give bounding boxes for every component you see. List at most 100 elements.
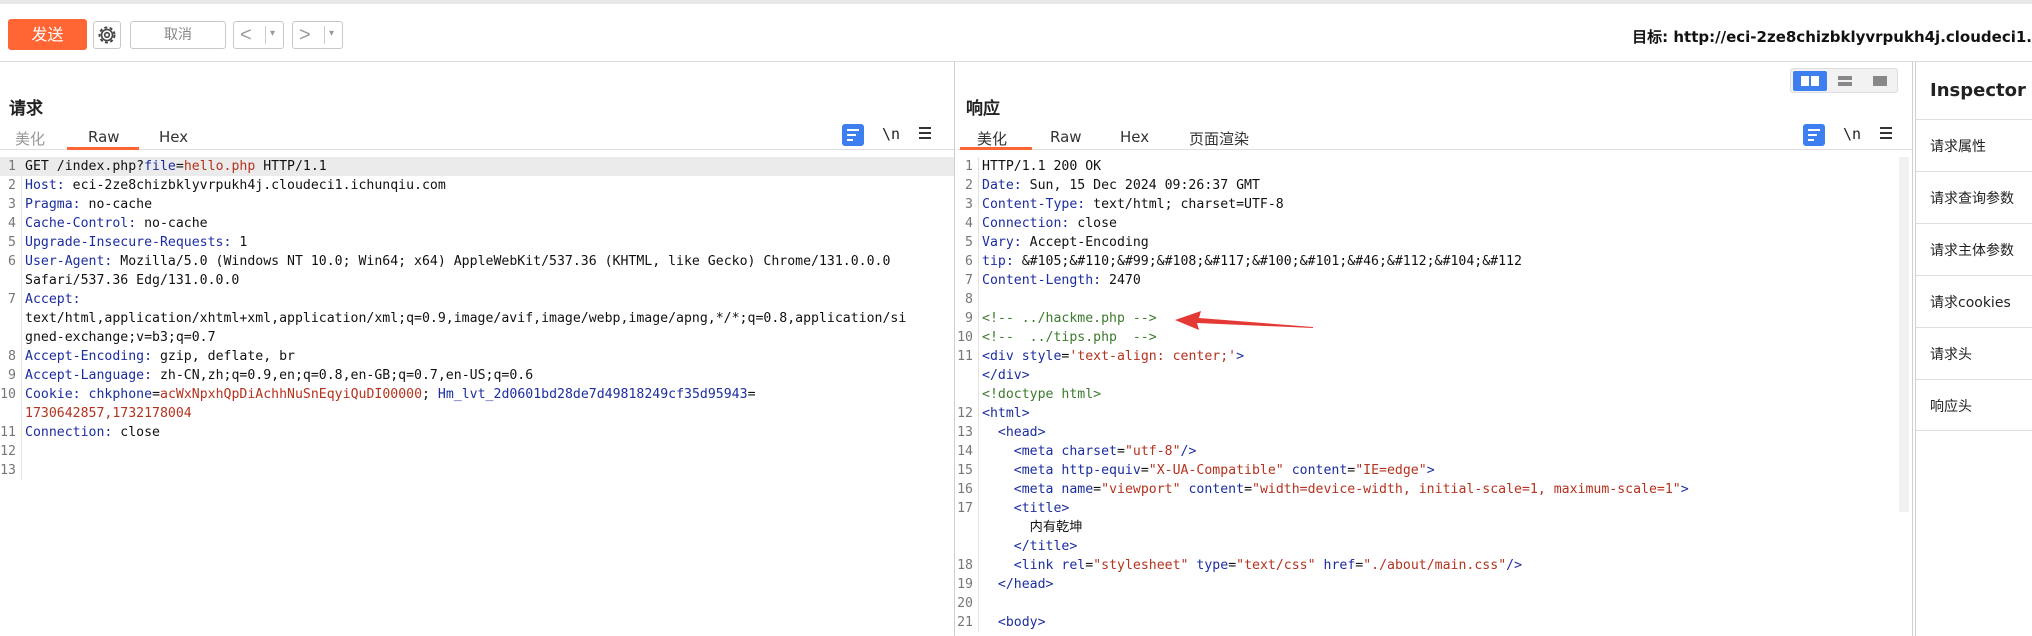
inspector-item-query-params[interactable]: 请求查询参数 [1916, 171, 2032, 223]
tab-pretty[interactable]: 美化 [15, 128, 45, 149]
tab-hex[interactable]: Hex [159, 128, 188, 146]
code-line[interactable]: 3 Pragma: no-cache [0, 195, 954, 214]
settings-button[interactable] [93, 21, 121, 49]
line-number: 17 [957, 501, 973, 516]
line-number: 10 [0, 387, 16, 402]
code-line[interactable]: 13 <head> [957, 423, 1912, 442]
code-line[interactable]: <!doctype html> [957, 385, 1912, 404]
tab-render[interactable]: 页面渲染 [1189, 128, 1249, 149]
code-line[interactable]: 19 </head> [957, 575, 1912, 594]
code-token: <html> [982, 406, 1030, 421]
hamburger-menu-icon[interactable] [919, 127, 931, 139]
split-vertical-icon[interactable] [1828, 71, 1862, 91]
code-line[interactable]: 20 [957, 594, 1912, 613]
chevron-down-icon[interactable]: ▾ [329, 28, 334, 39]
code-line[interactable]: 11 <div style='text-align: center;'> [957, 347, 1912, 366]
code-token: HTTP/1.1 200 OK [982, 159, 1102, 174]
code-line[interactable]: 10 Cookie: chkphone=acWxNpxhQpDiAchhNuSnE… [0, 385, 954, 404]
inspector-item-cookies[interactable]: 请求cookies [1916, 275, 2032, 327]
code-token: &#105;&#110;&#99;&#108;&#117;&#100;&#101… [1013, 254, 1522, 269]
code-line[interactable]: 内有乾坤 [957, 518, 1912, 537]
code-line[interactable]: </title> [957, 537, 1912, 556]
code-token: Accept-Language: [25, 368, 153, 383]
tab-raw[interactable]: Raw [1050, 128, 1082, 146]
target-url[interactable]: 目标: http://eci-2ze8chizbklyvrpukh4j.clou… [1632, 26, 2032, 47]
code-line[interactable]: 5 Vary: Accept-Encoding [957, 233, 1912, 252]
wrap-lines-icon[interactable] [842, 124, 864, 146]
inspector-item-request-attributes[interactable]: 请求属性 [1916, 119, 2032, 171]
code-line[interactable]: 9 <!-- ../hackme.php --> [957, 309, 1912, 328]
code-line[interactable]: gned-exchange;v=b3;q=0.7 [0, 328, 954, 347]
code-line[interactable]: 6 tip: &#105;&#110;&#99;&#108;&#117;&#100… [957, 252, 1912, 271]
newline-toggle[interactable]: \n [1843, 125, 1861, 143]
tab-hex[interactable]: Hex [1120, 128, 1149, 146]
back-button[interactable]: < ▾ [233, 21, 284, 49]
newline-toggle[interactable]: \n [882, 125, 900, 143]
code-token: = [1244, 482, 1253, 497]
response-scrollbar[interactable] [1899, 157, 1909, 512]
wrap-lines-icon[interactable] [1803, 124, 1825, 146]
code-token: "./about/main.css" [1363, 558, 1507, 573]
tab-raw[interactable]: Raw [88, 128, 120, 146]
code-line[interactable]: 8 [957, 290, 1912, 309]
code-line[interactable]: 7 Content-Length: 2470 [957, 271, 1912, 290]
code-line[interactable]: 15 <meta http-equiv="X-UA-Compatible" co… [957, 461, 1912, 480]
chevron-right-icon: > [299, 24, 311, 46]
active-tab-indicator [960, 147, 1032, 150]
inspector-item-request-headers[interactable]: 请求头 [1916, 327, 2032, 379]
code-token: hello.php [183, 159, 256, 174]
code-line[interactable]: text/html,application/xhtml+xml,applicat… [0, 309, 954, 328]
code-line[interactable]: 4 Cache-Control: no-cache [0, 214, 954, 233]
cancel-button[interactable]: 取消 [130, 21, 226, 49]
code-token: charset [1061, 444, 1117, 459]
code-line[interactable]: 3 Content-Type: text/html; charset=UTF-8 [957, 195, 1912, 214]
code-line[interactable]: 1 HTTP/1.1 200 OK [957, 157, 1912, 176]
code-line[interactable]: 12 [0, 442, 954, 461]
chevron-down-icon[interactable]: ▾ [270, 28, 275, 39]
line-number: 15 [957, 463, 973, 478]
code-token: type [1196, 558, 1229, 573]
response-editor[interactable]: 1 HTTP/1.1 200 OK 2 Date: Sun, 15 Dec 2024 … [957, 157, 1912, 632]
hamburger-menu-icon[interactable] [1880, 127, 1892, 139]
code-line[interactable]: 4 Connection: close [957, 214, 1912, 233]
code-token: "X-UA-Compatible" [1148, 463, 1284, 478]
line-text: </head> [982, 575, 1054, 594]
inspector-panel: Inspector 请求属性 请求查询参数 请求主体参数 请求cookies 请… [1915, 62, 2032, 636]
code-line[interactable]: 21 <body> [957, 613, 1912, 632]
code-token: "width=device-width, initial-scale=1, ma… [1252, 482, 1681, 497]
code-line[interactable]: Safari/537.36 Edg/131.0.0.0 [0, 271, 954, 290]
code-line[interactable]: 17 <title> [957, 499, 1912, 518]
tab-pretty[interactable]: 美化 [977, 128, 1007, 149]
code-line[interactable]: 13 [0, 461, 954, 480]
code-line[interactable]: 11 Connection: close [0, 423, 954, 442]
code-line[interactable]: 18 <link rel="stylesheet" type="text/css… [957, 556, 1912, 575]
forward-button[interactable]: > ▾ [292, 21, 343, 49]
code-line[interactable]: 7 Accept: [0, 290, 954, 309]
code-line[interactable]: 2 Host: eci-2ze8chizbklyvrpukh4j.cloudeci… [0, 176, 954, 195]
code-line[interactable]: 12 <html> [957, 404, 1912, 423]
annotation-arrow [1175, 311, 1313, 330]
line-text: Connection: close [982, 214, 1117, 233]
code-line[interactable]: 2 Date: Sun, 15 Dec 2024 09:26:37 GMT [957, 176, 1912, 195]
split-horizontal-icon[interactable] [1793, 71, 1827, 91]
code-line[interactable]: 14 <meta charset="utf-8"/> [957, 442, 1912, 461]
code-line[interactable]: 10 <!-- ../tips.php --> [957, 328, 1912, 347]
tabbed-view-icon[interactable] [1863, 71, 1897, 91]
code-line[interactable]: </div> [957, 366, 1912, 385]
line-number: 4 [965, 216, 973, 231]
code-line[interactable]: 1730642857,1732178004 [0, 404, 954, 423]
request-editor[interactable]: 1 GET /index.php?file=hello.php HTTP/1.1 2… [0, 157, 954, 480]
code-line[interactable]: 1 GET /index.php?file=hello.php HTTP/1.1 [0, 157, 954, 176]
inspector-item-body-params[interactable]: 请求主体参数 [1916, 223, 2032, 275]
code-token: name [1061, 482, 1094, 497]
code-line[interactable]: 8 Accept-Encoding: gzip, deflate, br [0, 347, 954, 366]
code-line[interactable]: 5 Upgrade-Insecure-Requests: 1 [0, 233, 954, 252]
code-line[interactable]: 16 <meta name="viewport" content="width=… [957, 480, 1912, 499]
code-line[interactable]: 9 Accept-Language: zh-CN,zh;q=0.9,en;q=0.… [0, 366, 954, 385]
inspector-item-response-headers[interactable]: 响应头 [1916, 379, 2032, 431]
divider [324, 26, 325, 44]
code-line[interactable]: 6 User-Agent: Mozilla/5.0 (Windows NT 10.… [0, 252, 954, 271]
send-button[interactable]: 发送 [8, 19, 87, 50]
